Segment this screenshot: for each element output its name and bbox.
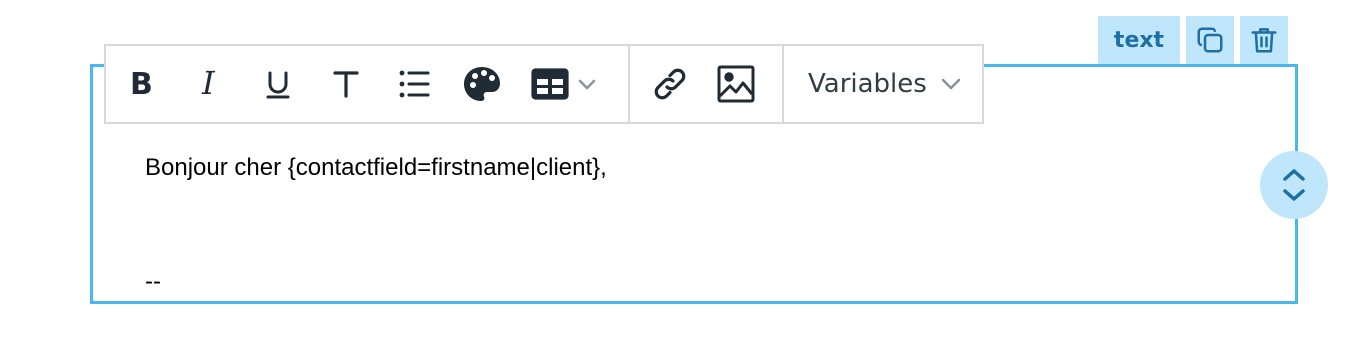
formatting-toolbar: B I Variables bbox=[104, 44, 984, 124]
toolbar-group-formatting: B I bbox=[106, 46, 628, 122]
insert-link-button[interactable] bbox=[650, 46, 716, 122]
link-icon bbox=[654, 68, 686, 100]
bulleted-list-button[interactable] bbox=[394, 46, 462, 122]
italic-button[interactable]: I bbox=[190, 46, 258, 122]
table-icon bbox=[531, 68, 596, 100]
underline-button[interactable] bbox=[258, 46, 326, 122]
trash-icon bbox=[1251, 28, 1277, 53]
block-type-tag[interactable]: text bbox=[1098, 16, 1180, 64]
insert-table-button[interactable] bbox=[530, 46, 610, 122]
variables-dropdown[interactable]: Variables bbox=[808, 69, 963, 99]
email-builder-stage: text B I Variables Bonjour cher {contact… bbox=[0, 0, 1350, 338]
text-style-button[interactable] bbox=[326, 46, 394, 122]
block-actions: text bbox=[1098, 16, 1288, 64]
bold-button[interactable]: B bbox=[122, 46, 190, 122]
expand-vertical-icon bbox=[1283, 169, 1305, 201]
toolbar-group-insert bbox=[628, 46, 782, 122]
svg-text:I: I bbox=[201, 64, 216, 102]
text-icon bbox=[333, 71, 359, 98]
duplicate-block-button[interactable] bbox=[1186, 16, 1234, 64]
variables-label: Variables bbox=[808, 69, 927, 99]
list-icon bbox=[399, 70, 430, 98]
copy-icon bbox=[1197, 27, 1223, 53]
chevron-down-icon bbox=[941, 78, 961, 90]
editor-content[interactable]: Bonjour cher {contactfield=firstname|cli… bbox=[145, 152, 607, 295]
insert-image-button[interactable] bbox=[716, 46, 782, 122]
text-color-button[interactable] bbox=[462, 46, 530, 122]
delete-block-button[interactable] bbox=[1240, 16, 1288, 64]
underline-icon bbox=[266, 71, 290, 99]
italic-icon: I bbox=[201, 64, 216, 102]
palette-icon bbox=[464, 67, 500, 101]
signature-separator: -- bbox=[145, 268, 161, 295]
bold-icon: B bbox=[130, 67, 153, 102]
svg-text:B: B bbox=[130, 67, 153, 102]
greeting-line: Bonjour cher {contactfield=firstname|cli… bbox=[145, 154, 607, 181]
resize-handle[interactable] bbox=[1260, 151, 1328, 219]
toolbar-group-variables: Variables bbox=[782, 46, 982, 122]
image-icon bbox=[717, 65, 755, 103]
